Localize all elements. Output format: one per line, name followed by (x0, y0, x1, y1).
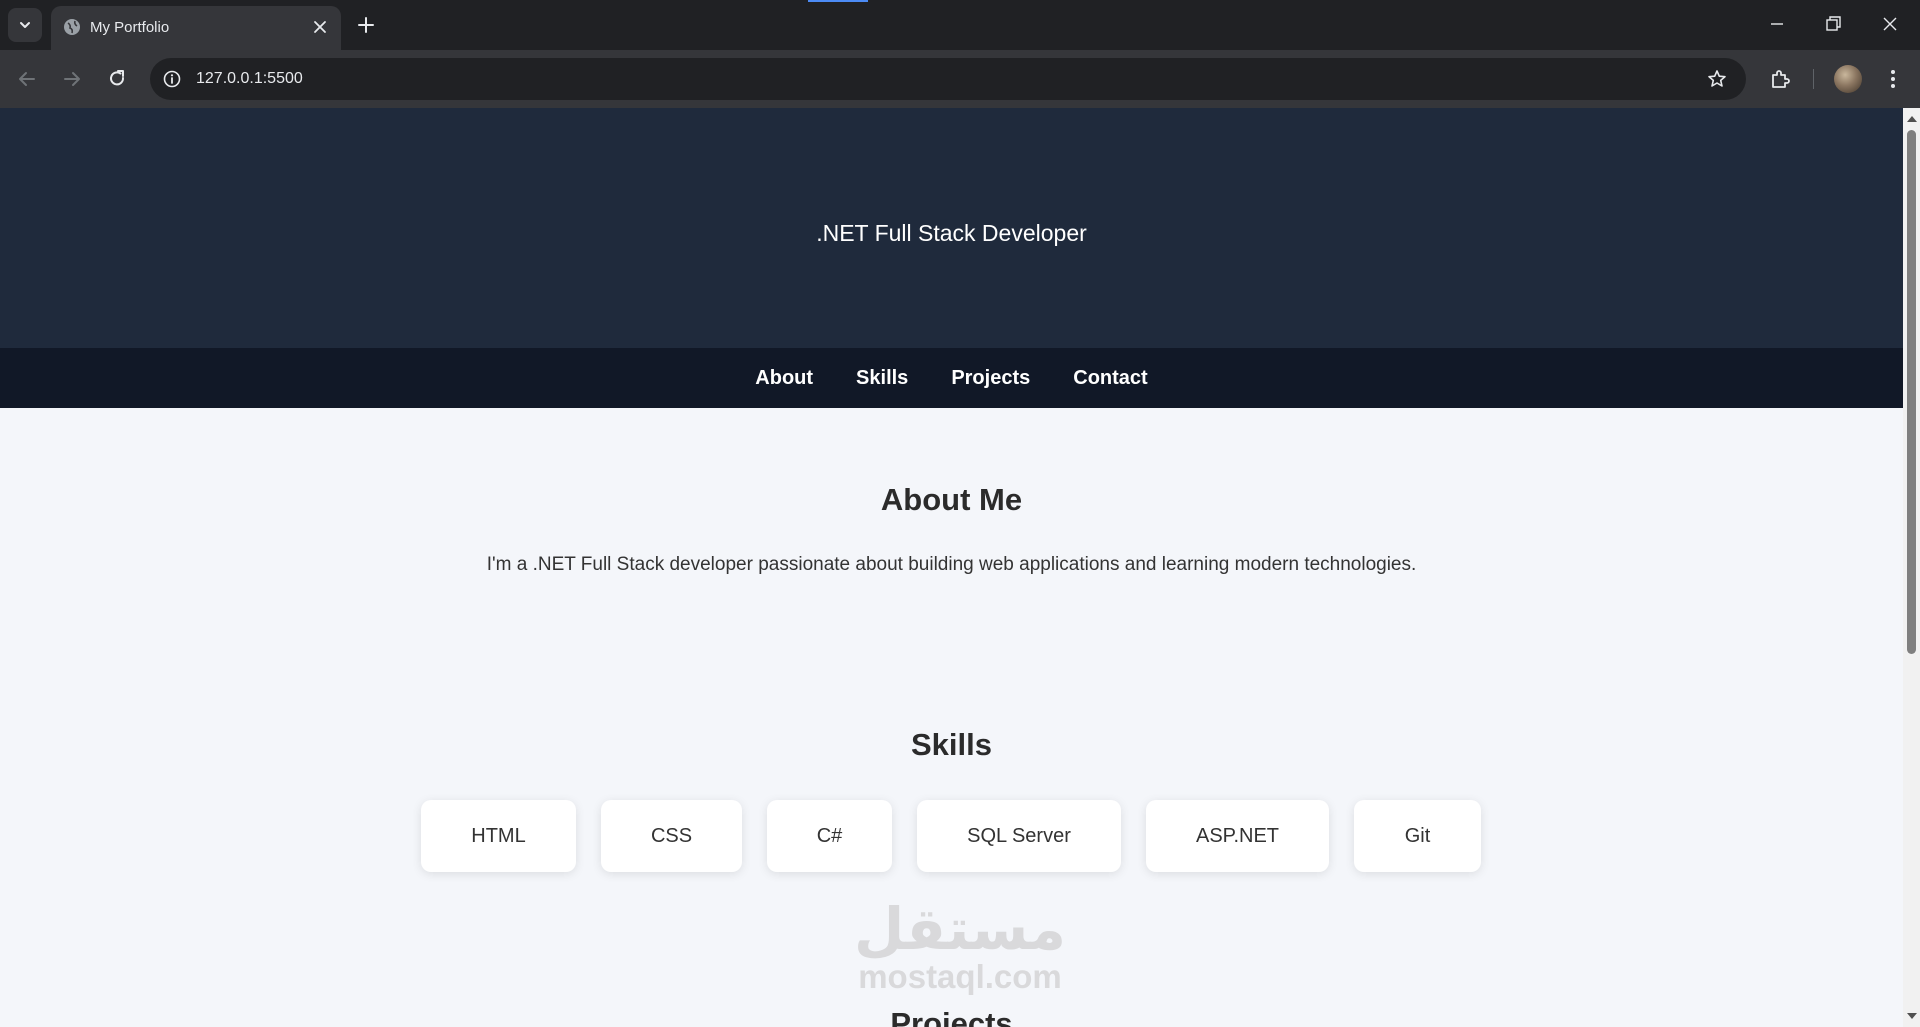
scroll-up-arrow[interactable] (1907, 116, 1917, 122)
mostaql-watermark: مستقل mostaql.com (843, 898, 1077, 998)
window-close-icon[interactable] (1878, 12, 1902, 36)
avatar[interactable] (1834, 65, 1862, 93)
about-text: I'm a .NET Full Stack developer passiona… (486, 554, 1417, 575)
scroll-down-arrow[interactable] (1907, 1013, 1917, 1019)
address-bar[interactable]: 127.0.0.1:5500 (150, 58, 1746, 100)
skill-card-aspnet: ASP.NET (1146, 800, 1329, 872)
more-vert-icon[interactable] (1880, 66, 1906, 92)
watermark-arabic: مستقل (853, 895, 1067, 963)
close-icon[interactable] (311, 18, 329, 36)
globe-icon (64, 19, 80, 35)
tab-loading-indicator (808, 0, 868, 2)
nav-link-skills[interactable]: Skills (856, 367, 908, 390)
hero-header: .NET Full Stack Developer (0, 108, 1903, 348)
star-icon[interactable] (1706, 68, 1728, 90)
browser-tab[interactable]: My Portfolio (51, 6, 341, 50)
restore-icon[interactable] (1821, 12, 1845, 36)
page-viewport: .NET Full Stack Developer About Skills P… (0, 108, 1903, 1027)
address-url[interactable]: 127.0.0.1:5500 (196, 69, 303, 89)
extensions-icon[interactable] (1768, 66, 1794, 92)
skill-card-csharp: C# (767, 800, 892, 872)
scrollbar-thumb[interactable] (1907, 130, 1916, 654)
reload-icon[interactable] (104, 66, 130, 92)
back-icon[interactable] (14, 66, 40, 92)
plus-icon[interactable] (354, 13, 378, 37)
main-nav: About Skills Projects Contact (0, 348, 1903, 408)
projects-title: Projects (890, 1006, 1013, 1027)
page-scrollbar[interactable] (1903, 108, 1920, 1027)
nav-link-contact[interactable]: Contact (1073, 367, 1147, 390)
toolbar-divider (1813, 69, 1814, 89)
skill-card-html: HTML (421, 800, 576, 872)
hero-tagline: .NET Full Stack Developer (816, 220, 1087, 246)
browser-toolbar: 127.0.0.1:5500 (0, 50, 1920, 108)
skills-title: Skills (911, 727, 992, 762)
minimize-icon[interactable] (1765, 12, 1789, 36)
tab-search-button[interactable] (8, 8, 42, 42)
skill-card-sql-server: SQL Server (917, 800, 1121, 872)
watermark-latin: mostaql.com (858, 958, 1062, 995)
browser-tab-bar: My Portfolio (0, 0, 1920, 50)
about-title: About Me (880, 482, 1023, 517)
forward-icon[interactable] (59, 66, 85, 92)
nav-link-projects[interactable]: Projects (951, 367, 1030, 390)
info-icon[interactable] (162, 69, 182, 89)
skills-list: HTML CSS C# SQL Server ASP.NET Git (0, 800, 1903, 872)
tab-title: My Portfolio (90, 19, 170, 36)
skill-card-css: CSS (601, 800, 742, 872)
tab-search-icon (20, 22, 30, 28)
skill-card-git: Git (1354, 800, 1481, 872)
nav-link-about[interactable]: About (755, 367, 813, 390)
